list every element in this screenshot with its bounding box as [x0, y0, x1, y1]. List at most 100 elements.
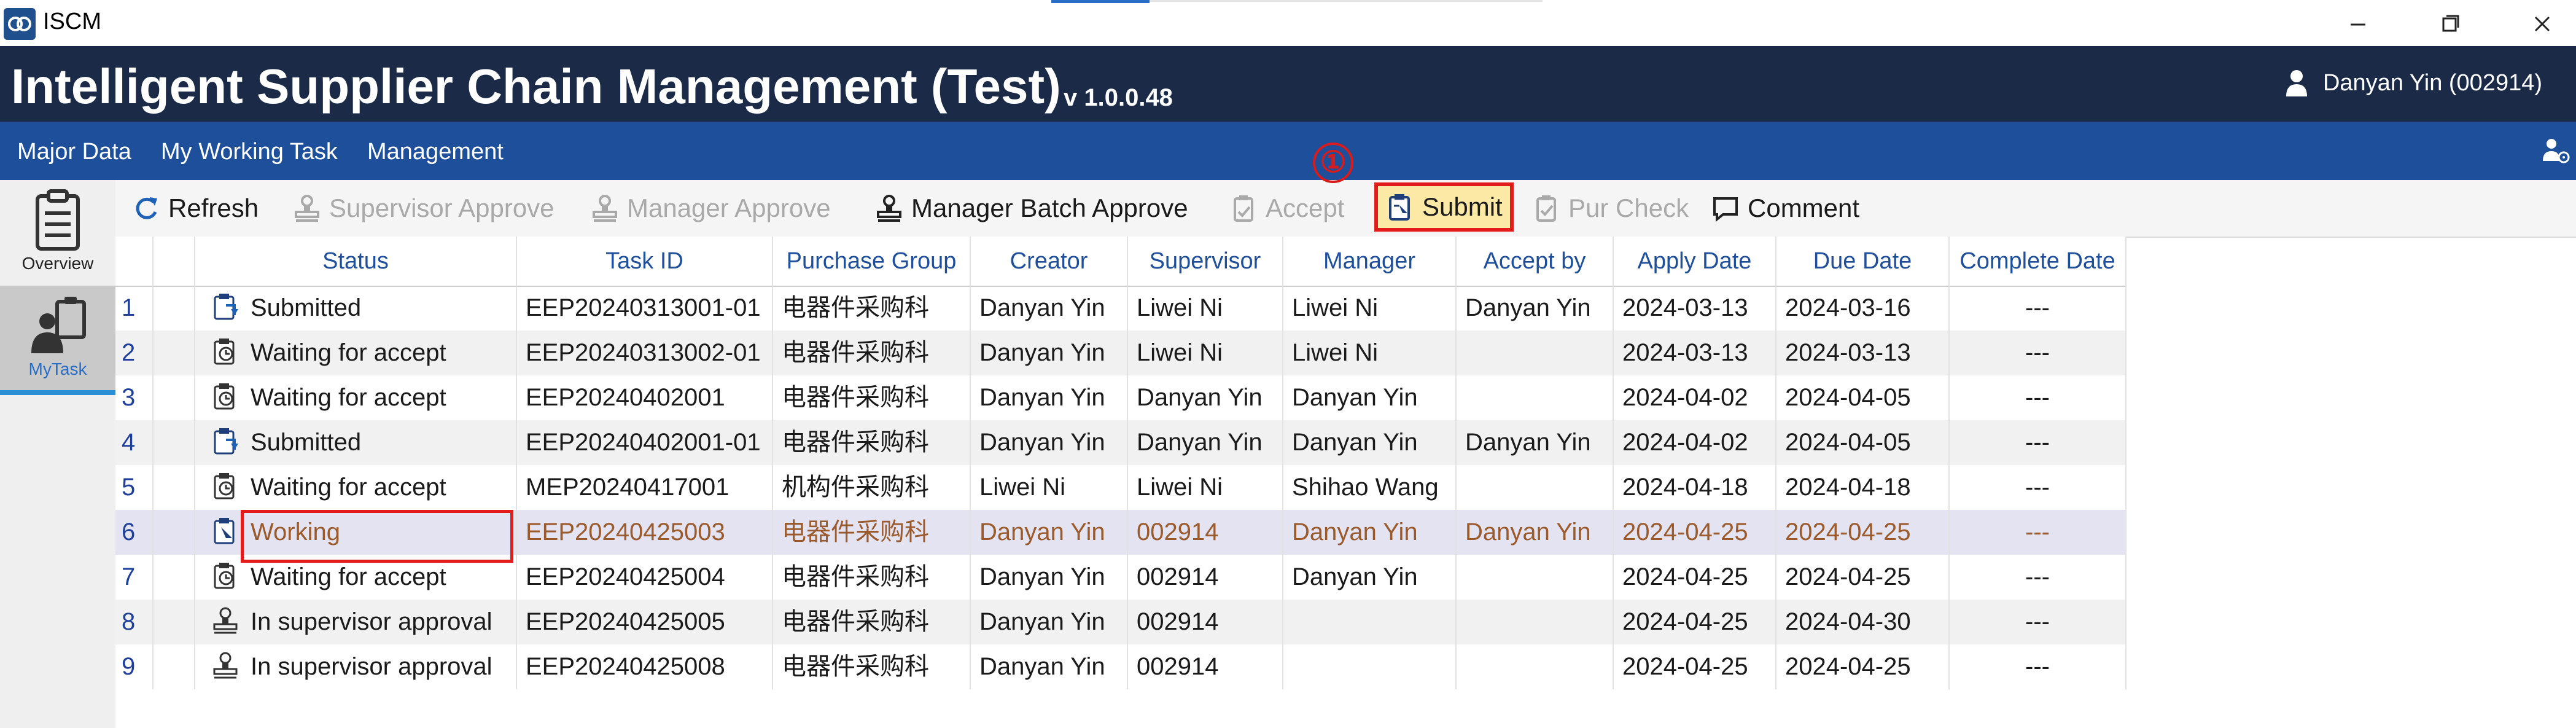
manager-cell[interactable] — [1283, 600, 1457, 644]
status-cell[interactable]: Submitted — [195, 286, 517, 331]
creator-cell[interactable]: Danyan Yin — [971, 600, 1128, 644]
table-row[interactable]: 5 Waiting for accept MEP20240417001 机构件采购科 L… — [115, 465, 2127, 510]
complete-date-cell[interactable]: --- — [1950, 644, 2127, 689]
manager-cell[interactable]: Danyan Yin — [1283, 510, 1457, 555]
creator-cell[interactable]: Danyan Yin — [971, 555, 1128, 600]
accept-by-cell[interactable] — [1457, 331, 1614, 375]
pur-check-button[interactable]: Pur Check — [1533, 191, 1689, 225]
task-id-cell[interactable]: EEP20240425004 — [517, 555, 773, 600]
due-date-cell[interactable]: 2024-04-25 — [1776, 644, 1950, 689]
manager-batch-approve-button[interactable]: Manager Batch Approve — [876, 191, 1188, 225]
due-date-cell[interactable]: 2024-03-16 — [1776, 286, 1950, 331]
row-indicator[interactable] — [154, 420, 195, 465]
apply-date-cell[interactable]: 2024-04-25 — [1614, 600, 1776, 644]
due-date-header[interactable]: Due Date — [1776, 237, 1950, 286]
row-indicator[interactable] — [154, 375, 195, 420]
accept-by-cell[interactable]: Danyan Yin — [1457, 420, 1614, 465]
supervisor-cell[interactable]: 002914 — [1128, 644, 1283, 689]
supervisor-cell[interactable]: Danyan Yin — [1128, 375, 1283, 420]
manager-cell[interactable]: Danyan Yin — [1283, 375, 1457, 420]
due-date-cell[interactable]: 2024-03-13 — [1776, 331, 1950, 375]
row-number[interactable]: 9 — [115, 644, 154, 689]
manager-cell[interactable]: Danyan Yin — [1283, 555, 1457, 600]
supervisor-approve-button[interactable]: Supervisor Approve — [294, 191, 555, 225]
status-header[interactable]: Status — [195, 237, 517, 286]
task-id-cell[interactable]: EEP20240313002-01 — [517, 331, 773, 375]
table-row[interactable]: 2 Waiting for accept EEP20240313002-01 电器件采… — [115, 331, 2127, 375]
apply-date-cell[interactable]: 2024-04-25 — [1614, 555, 1776, 600]
task-id-cell[interactable]: EEP20240313001-01 — [517, 286, 773, 331]
row-indicator[interactable] — [154, 644, 195, 689]
table-row[interactable]: 4 Submitted EEP20240402001-01 电器件采购科 Danyan … — [115, 420, 2127, 465]
table-row[interactable]: 1 Submitted EEP20240313001-01 电器件采购科 Danyan … — [115, 286, 2127, 331]
task-id-header[interactable]: Task ID — [517, 237, 773, 286]
task-id-cell[interactable]: MEP20240417001 — [517, 465, 773, 510]
status-cell[interactable]: Waiting for accept — [195, 375, 517, 420]
purchase-group-header[interactable]: Purchase Group — [773, 237, 971, 286]
purchase-group-cell[interactable]: 电器件采购科 — [773, 420, 971, 465]
apply-date-cell[interactable]: 2024-04-02 — [1614, 375, 1776, 420]
table-row[interactable]: 9 In supervisor approval EEP20240425008 电器件… — [115, 644, 2127, 689]
purchase-group-cell[interactable]: 电器件采购科 — [773, 286, 971, 331]
supervisor-cell[interactable]: 002914 — [1128, 510, 1283, 555]
minimize-icon[interactable] — [2333, 5, 2383, 42]
apply-date-cell[interactable]: 2024-04-25 — [1614, 644, 1776, 689]
apply-date-cell[interactable]: 2024-04-18 — [1614, 465, 1776, 510]
row-number[interactable]: 1 — [115, 286, 154, 331]
task-id-cell[interactable]: EEP20240425003 — [517, 510, 773, 555]
table-row[interactable]: 8 In supervisor approval EEP20240425005 电器件… — [115, 600, 2127, 644]
submit-button[interactable]: Submit — [1374, 182, 1514, 232]
due-date-cell[interactable]: 2024-04-05 — [1776, 420, 1950, 465]
menu-management[interactable]: Management — [367, 139, 504, 165]
apply-date-cell[interactable]: 2024-03-13 — [1614, 331, 1776, 375]
creator-cell[interactable]: Danyan Yin — [971, 331, 1128, 375]
user-menu[interactable]: Danyan Yin (002914) — [2284, 68, 2542, 98]
supervisor-cell[interactable]: Danyan Yin — [1128, 420, 1283, 465]
purchase-group-cell[interactable]: 机构件采购科 — [773, 465, 971, 510]
close-icon[interactable] — [2518, 5, 2567, 42]
complete-date-cell[interactable]: --- — [1950, 331, 2127, 375]
accept-by-cell[interactable] — [1457, 644, 1614, 689]
due-date-cell[interactable]: 2024-04-25 — [1776, 555, 1950, 600]
status-cell[interactable]: In supervisor approval — [195, 600, 517, 644]
manager-approve-button[interactable]: Manager Approve — [591, 191, 831, 225]
apply-date-cell[interactable]: 2024-04-02 — [1614, 420, 1776, 465]
accept-by-cell[interactable] — [1457, 555, 1614, 600]
purchase-group-cell[interactable]: 电器件采购科 — [773, 510, 971, 555]
accept-by-header[interactable]: Accept by — [1457, 237, 1614, 286]
due-date-cell[interactable]: 2024-04-30 — [1776, 600, 1950, 644]
table-row[interactable]: 3 Waiting for accept EEP20240402001 电器件采购科 D… — [115, 375, 2127, 420]
creator-cell[interactable]: Danyan Yin — [971, 286, 1128, 331]
task-id-cell[interactable]: EEP20240402001-01 — [517, 420, 773, 465]
complete-date-cell[interactable]: --- — [1950, 465, 2127, 510]
creator-cell[interactable]: Danyan Yin — [971, 420, 1128, 465]
task-id-cell[interactable]: EEP20240425008 — [517, 644, 773, 689]
manager-header[interactable]: Manager — [1283, 237, 1457, 286]
manager-cell[interactable] — [1283, 644, 1457, 689]
row-indicator[interactable] — [154, 331, 195, 375]
status-cell[interactable]: Waiting for accept — [195, 465, 517, 510]
row-number[interactable]: 7 — [115, 555, 154, 600]
nav-overview[interactable]: Overview — [0, 180, 115, 284]
manager-cell[interactable]: Shihao Wang — [1283, 465, 1457, 510]
comment-button[interactable]: Comment — [1712, 191, 1859, 225]
accept-by-cell[interactable] — [1457, 465, 1614, 510]
due-date-cell[interactable]: 2024-04-05 — [1776, 375, 1950, 420]
status-cell[interactable]: Waiting for accept — [195, 331, 517, 375]
row-indicator[interactable] — [154, 510, 195, 555]
row-indicator[interactable] — [154, 286, 195, 331]
complete-date-cell[interactable]: --- — [1950, 555, 2127, 600]
creator-cell[interactable]: Danyan Yin — [971, 375, 1128, 420]
restore-icon[interactable] — [2426, 5, 2475, 42]
due-date-cell[interactable]: 2024-04-18 — [1776, 465, 1950, 510]
task-id-cell[interactable]: EEP20240402001 — [517, 375, 773, 420]
supervisor-header[interactable]: Supervisor — [1128, 237, 1283, 286]
complete-date-cell[interactable]: --- — [1950, 510, 2127, 555]
creator-header[interactable]: Creator — [971, 237, 1128, 286]
complete-date-cell[interactable]: --- — [1950, 375, 2127, 420]
row-number[interactable]: 6 — [115, 510, 154, 555]
settings-user-icon[interactable] — [2540, 136, 2571, 165]
row-number[interactable]: 2 — [115, 331, 154, 375]
complete-date-cell[interactable]: --- — [1950, 600, 2127, 644]
apply-date-cell[interactable]: 2024-04-25 — [1614, 510, 1776, 555]
